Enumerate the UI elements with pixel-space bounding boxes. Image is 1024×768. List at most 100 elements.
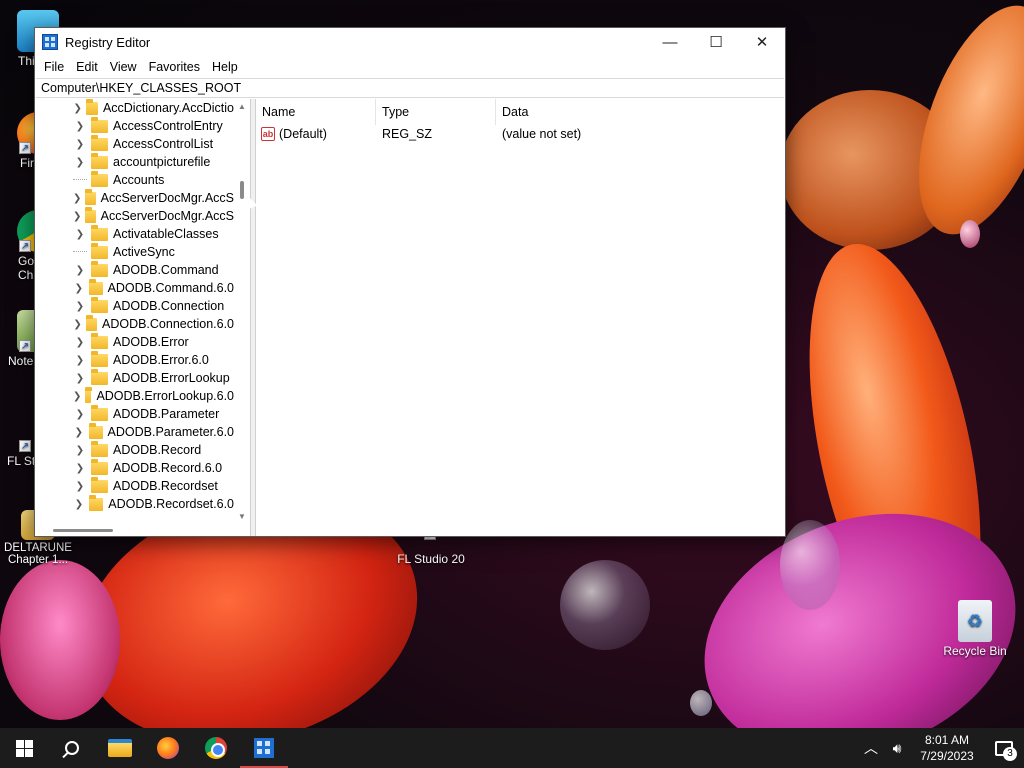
tree-node[interactable]: ❯ AccessControlEntry xyxy=(35,117,234,135)
scroll-thumb[interactable] xyxy=(240,181,244,199)
chevron-right-icon[interactable]: ❯ xyxy=(73,355,87,366)
folder-icon xyxy=(91,297,108,313)
key-tree-pane[interactable]: ❯ AccDictionary.AccDictio ❯ AccessControlEn… xyxy=(35,99,251,536)
address-bar[interactable]: Computer\HKEY_CLASSES_ROOT xyxy=(36,78,784,98)
start-button[interactable] xyxy=(0,728,48,768)
scroll-down-icon[interactable]: ▼ xyxy=(234,509,250,525)
recycle-bin-icon[interactable]: ♻ Recycle Bin xyxy=(937,600,1013,658)
chevron-right-icon[interactable]: ❯ xyxy=(73,409,87,420)
tree-node[interactable]: ❯ AccServerDocMgr.AccS xyxy=(35,189,234,207)
tree-node[interactable]: ❯ ADODB.ErrorLookup xyxy=(35,369,234,387)
folder-icon xyxy=(91,135,108,151)
registry-editor-icon xyxy=(254,738,274,758)
tree-node[interactable]: ❯ ActivatableClasses xyxy=(35,225,234,243)
chevron-right-icon[interactable]: ❯ xyxy=(73,337,87,348)
folder-icon xyxy=(91,117,108,133)
chevron-right-icon[interactable]: ❯ xyxy=(73,319,82,330)
title-bar[interactable]: Registry Editor — ☐ ✕ xyxy=(35,28,785,56)
registry-editor-icon xyxy=(42,34,58,50)
column-header-name[interactable]: Name xyxy=(256,99,376,125)
tree-node[interactable]: ❯ ADODB.Record xyxy=(35,441,234,459)
chevron-right-icon[interactable]: ❯ xyxy=(73,211,81,222)
folder-icon xyxy=(91,171,108,187)
tree-node-label: ADODB.ErrorLookup.6.0 xyxy=(96,389,234,403)
shortcut-arrow-icon: ↗ xyxy=(19,440,31,452)
tree-node[interactable]: ❯ ADODB.Parameter xyxy=(35,405,234,423)
tree-node-label: Accounts xyxy=(113,173,165,187)
menu-view[interactable]: View xyxy=(104,60,143,74)
taskbar-registry-editor[interactable] xyxy=(240,728,288,768)
tree-node-label: ADODB.Record.6.0 xyxy=(113,461,223,475)
chevron-right-icon[interactable]: ❯ xyxy=(73,373,87,384)
maximize-icon[interactable]: ☐ xyxy=(693,28,739,56)
chevron-right-icon[interactable]: ❯ xyxy=(73,193,81,204)
column-header-data[interactable]: Data xyxy=(496,99,785,125)
search-button[interactable] xyxy=(48,728,96,768)
chevron-up-icon[interactable]: ︿ xyxy=(858,738,884,758)
tree-node-label: ActivatableClasses xyxy=(113,227,219,241)
chevron-right-icon[interactable]: ❯ xyxy=(73,301,87,312)
firefox-icon xyxy=(157,737,179,759)
tree-node[interactable]: ❯ ADODB.Error.6.0 xyxy=(35,351,234,369)
tree-node[interactable]: ❯ ADODB.Connection.6.0 xyxy=(35,315,234,333)
chevron-right-icon[interactable]: ❯ xyxy=(73,157,87,168)
tree-node[interactable]: ❯ ADODB.Record.6.0 xyxy=(35,459,234,477)
folder-icon xyxy=(91,369,108,385)
tree-node[interactable]: ❯ ADODB.Error xyxy=(35,333,234,351)
tree-node[interactable]: ❯ ADODB.ErrorLookup.6.0 xyxy=(35,387,234,405)
chevron-right-icon[interactable]: ❯ xyxy=(73,283,85,294)
tree-node[interactable]: Accounts xyxy=(35,171,234,189)
tree-node[interactable]: ❯ ADODB.Connection xyxy=(35,297,234,315)
menu-help[interactable]: Help xyxy=(206,60,244,74)
close-icon[interactable]: ✕ xyxy=(739,28,785,56)
chevron-right-icon[interactable]: ❯ xyxy=(73,427,85,438)
chevron-right-icon[interactable]: ❯ xyxy=(73,229,87,240)
speaker-icon[interactable]: 🔊︎ xyxy=(884,740,910,757)
chevron-right-icon[interactable]: ❯ xyxy=(73,481,87,492)
editor-panes: ❯ AccDictionary.AccDictio ❯ AccessControlEn… xyxy=(35,99,785,536)
tree-node-label: ADODB.Connection xyxy=(113,299,225,313)
menu-favorites[interactable]: Favorites xyxy=(143,60,206,74)
chevron-right-icon[interactable]: ❯ xyxy=(73,103,82,114)
desktop-icon-label: FL Studio 20 xyxy=(397,552,465,566)
tree-node[interactable]: ❯ ADODB.Command.6.0 xyxy=(35,279,234,297)
column-header-type[interactable]: Type xyxy=(376,99,496,125)
chevron-right-icon[interactable]: ❯ xyxy=(73,445,87,456)
values-list-pane[interactable]: Name Type Data ab (Default) REG_SZ (valu… xyxy=(255,99,785,536)
tree-node-label: ADODB.ErrorLookup xyxy=(113,371,230,385)
tree-node-label: ADODB.Command xyxy=(113,263,219,277)
folder-icon xyxy=(88,423,103,439)
notification-center-button[interactable]: 3 xyxy=(984,728,1024,768)
taskbar-chrome[interactable] xyxy=(192,728,240,768)
tree-node[interactable]: ❯ AccDictionary.AccDictio xyxy=(35,99,234,117)
tree-node-label: ADODB.Command.6.0 xyxy=(107,281,234,295)
chevron-right-icon[interactable]: ❯ xyxy=(73,463,87,474)
chrome-icon xyxy=(205,737,227,759)
menu-edit[interactable]: Edit xyxy=(70,60,104,74)
chevron-right-icon[interactable]: ❯ xyxy=(73,121,87,132)
horizontal-scroll-thumb[interactable] xyxy=(53,529,113,532)
tree-node[interactable]: ❯ ADODB.Command xyxy=(35,261,234,279)
taskbar-file-explorer[interactable] xyxy=(96,728,144,768)
tree-node[interactable]: ❯ ADODB.Parameter.6.0 xyxy=(35,423,234,441)
tree-node[interactable]: ❯ ADODB.Recordset.6.0 xyxy=(35,495,234,513)
minimize-icon[interactable]: — xyxy=(647,28,693,56)
taskbar-firefox[interactable] xyxy=(144,728,192,768)
chevron-right-icon[interactable]: ❯ xyxy=(73,499,85,510)
tree-vertical-scrollbar[interactable]: ▲ ▼ xyxy=(234,99,250,525)
tree-node[interactable]: ❯ accountpicturefile xyxy=(35,153,234,171)
clock[interactable]: 8:01 AM 7/29/2023 xyxy=(910,732,984,764)
value-row[interactable]: ab (Default) REG_SZ (value not set) xyxy=(256,125,785,143)
chevron-right-icon[interactable]: ❯ xyxy=(73,139,87,150)
menu-file[interactable]: File xyxy=(38,60,70,74)
tree-horizontal-scrollbar[interactable] xyxy=(35,524,235,536)
shortcut-arrow-icon: ↗ xyxy=(19,240,31,252)
tree-node[interactable]: ❯ ADODB.Recordset xyxy=(35,477,234,495)
chevron-right-icon[interactable]: ❯ xyxy=(73,391,81,402)
tree-node[interactable]: ❯ AccessControlList xyxy=(35,135,234,153)
chevron-right-icon[interactable]: ❯ xyxy=(73,265,87,276)
tree-node[interactable]: ❯ AccServerDocMgr.AccS xyxy=(35,207,234,225)
scroll-up-icon[interactable]: ▲ xyxy=(234,99,250,115)
tree-node-label: AccServerDocMgr.AccS xyxy=(100,209,234,223)
tree-node[interactable]: ActiveSync xyxy=(35,243,234,261)
